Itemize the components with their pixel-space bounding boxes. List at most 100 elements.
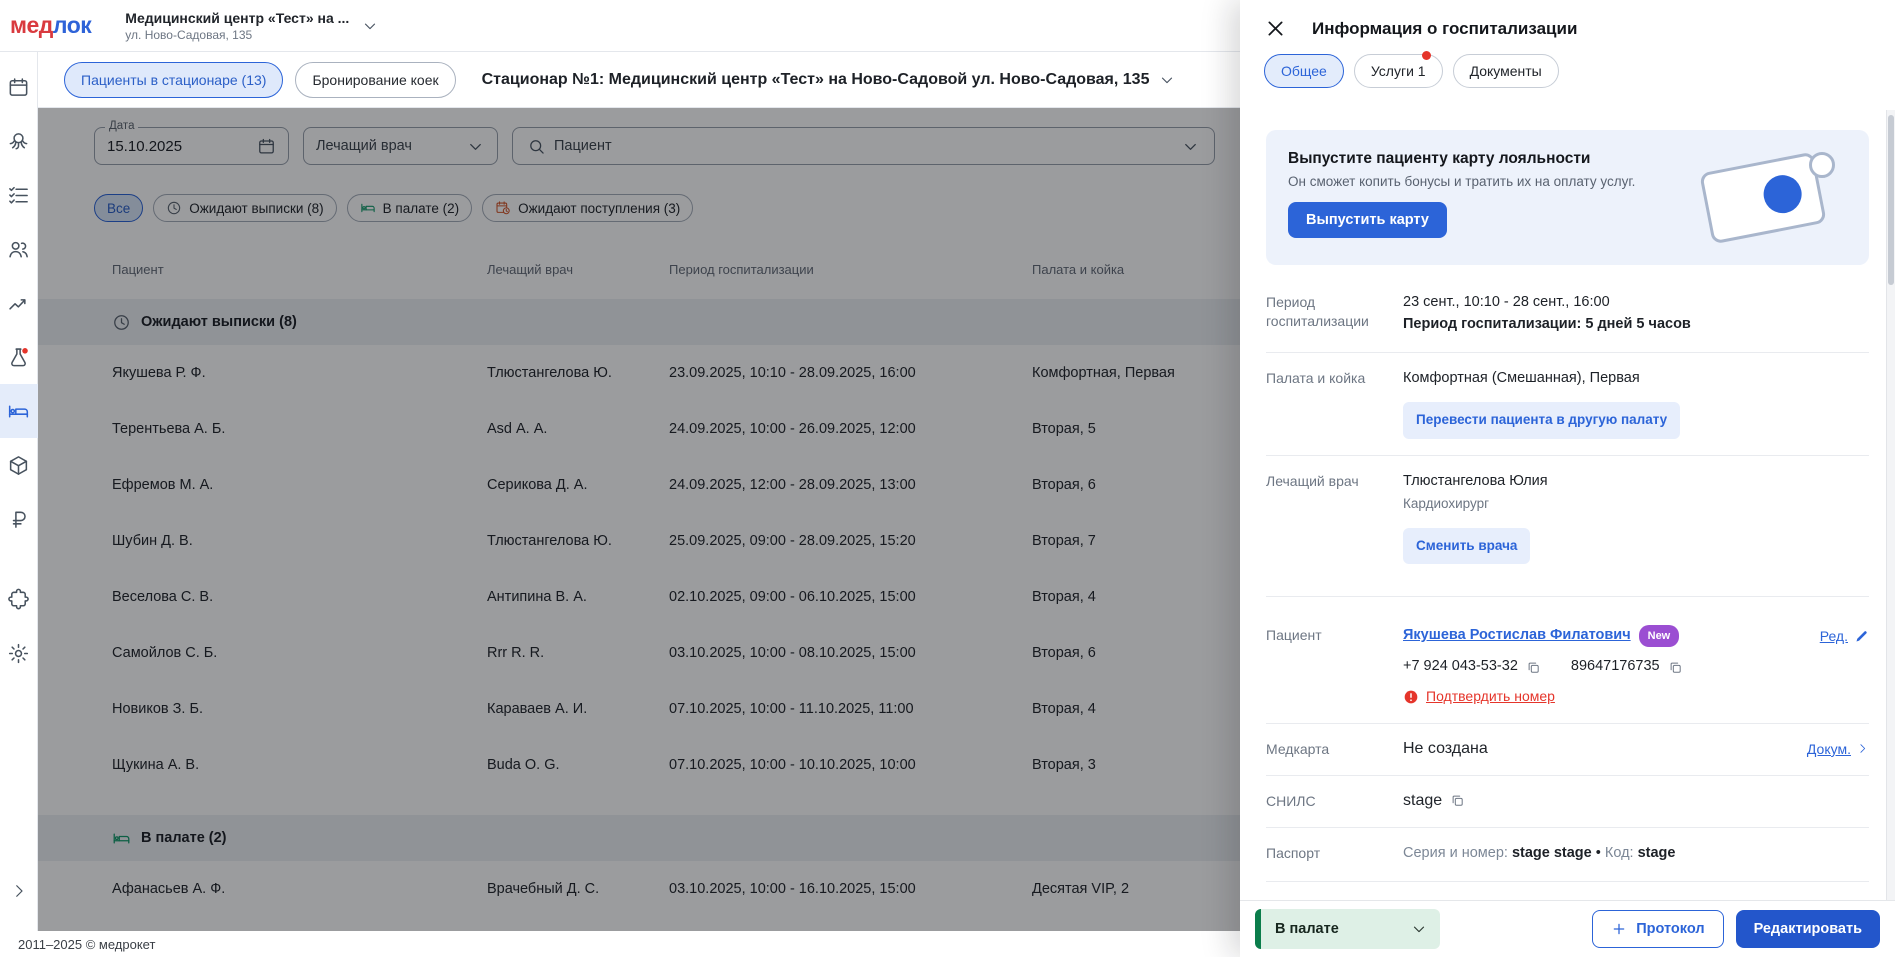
filter-chip[interactable]: Ожидают поступления (3)	[482, 194, 694, 222]
transfer-patient-button[interactable]: Перевести пациента в другую палату	[1403, 402, 1681, 439]
sidebar-item-package[interactable]	[0, 438, 38, 492]
confirm-phone-link[interactable]: Подтвердить номер	[1426, 686, 1555, 707]
field-row-debt: Долг 2 000 ₽ Оплатить	[1266, 882, 1869, 900]
protocol-button[interactable]: Протокол	[1592, 910, 1724, 948]
field-label: Пациент	[1266, 626, 1322, 643]
change-doctor-button[interactable]: Сменить врача	[1403, 527, 1531, 564]
field-row-ward: Палата и койка Комфортная (Смешанная), П…	[1266, 353, 1869, 456]
table-row[interactable]: Веселова С. В. Антипина В. А. 02.10.2025, …	[38, 569, 1240, 625]
cell-ward: Вторая, 4	[1032, 701, 1096, 717]
edit-button[interactable]: Редактировать	[1735, 910, 1880, 948]
field-label: СНИЛС	[1266, 792, 1316, 809]
tab-patients-in-hospital[interactable]: Пациенты в стационаре (13)	[64, 61, 284, 98]
drawer-scrollbar[interactable]	[1886, 110, 1895, 900]
sidebar-item-ruble[interactable]	[0, 492, 38, 546]
medcard-value: Не создана	[1403, 739, 1488, 757]
doctor-name: Тлюстангелова Юлия	[1403, 472, 1548, 489]
patient-phone-secondary: 89647176735	[1570, 658, 1660, 675]
cell-doctor: Тлюстангелова Ю.	[487, 533, 612, 549]
bed-icon	[360, 200, 376, 216]
clinic-selector[interactable]: Медицинский центр «Тест» на ... ул. Ново…	[125, 10, 379, 42]
chevron-right-icon	[1856, 742, 1869, 755]
cell-period: 03.10.2025, 10:00 - 08.10.2025, 15:00	[669, 645, 916, 661]
table-row[interactable]: Ефремов М. А. Серикова Д. А. 24.09.2025, 1…	[38, 457, 1240, 513]
documents-link[interactable]: Докум.	[1807, 741, 1869, 757]
bed-icon	[7, 400, 30, 423]
sidebar-item-checklist[interactable]	[0, 168, 38, 222]
table-group-header: В палате (2)	[38, 815, 1240, 861]
chevron-right-icon	[10, 882, 28, 900]
cell-doctor: Серикова Д. А.	[487, 477, 588, 493]
status-dropdown[interactable]: В палате	[1255, 909, 1440, 949]
sidebar-item-calendar[interactable]	[0, 60, 38, 114]
sidebar-item-chart[interactable]	[0, 276, 38, 330]
doctor-specialty: Кардиохирург	[1403, 496, 1490, 512]
sidebar-expand-button[interactable]	[10, 882, 28, 905]
table-row[interactable]: Терентьева А. Б. Asd А. А. 24.09.2025, 10:…	[38, 401, 1240, 457]
filter-chip[interactable]: В палате (2)	[346, 194, 473, 222]
cell-ward: Вторая, 7	[1032, 533, 1096, 549]
sidebar-item-puzzle[interactable]	[0, 572, 38, 626]
drawer-tab-services[interactable]: Услуги 1	[1353, 51, 1443, 88]
filter-chip-label: Все	[107, 200, 131, 216]
group-title: В палате (2)	[141, 830, 227, 846]
scrollbar-thumb[interactable]	[1888, 115, 1894, 285]
cell-doctor: Антипина В. А.	[487, 589, 587, 605]
medlock-logo[interactable]: медлок	[10, 12, 92, 39]
drawer-tab-label: Документы	[1469, 63, 1542, 79]
table-row[interactable]: Самойлов С. Б. Rrr R. R. 03.10.2025, 10:00…	[38, 625, 1240, 681]
table-row[interactable]: Новиков З. Б. Караваев А. И. 07.10.2025, 1…	[38, 681, 1240, 737]
sidebar-item-octopus[interactable]	[0, 114, 38, 168]
close-icon[interactable]	[1265, 18, 1286, 39]
table-row[interactable]: Щукина А. В. Buda O. G. 07.10.2025, 10:00 …	[38, 737, 1240, 793]
tab-bed-booking[interactable]: Бронирование коек	[295, 61, 456, 98]
patient-name-link[interactable]: Якушева Ростислав Филатович	[1403, 625, 1631, 647]
drawer-title: Информация о госпитализации	[1312, 18, 1578, 38]
chart-icon	[7, 292, 30, 315]
patients-table-body: Ожидают выписки (8) Якушева Р. Ф. Тлюстанг…	[38, 299, 1240, 917]
cell-period: 25.09.2025, 09:00 - 28.09.2025, 15:20	[669, 533, 916, 549]
patient-search-input[interactable]: Пациент	[512, 127, 1215, 165]
table-group-header: Ожидают выписки (8)	[38, 299, 1240, 345]
copy-icon[interactable]	[1450, 793, 1465, 808]
cell-period: 24.09.2025, 10:00 - 26.09.2025, 12:00	[669, 421, 916, 437]
issue-card-button[interactable]: Выпустить карту	[1288, 202, 1447, 238]
sidebar-item-gear[interactable]	[0, 626, 38, 680]
copy-icon[interactable]	[1526, 660, 1541, 675]
period-value: 23 сент., 10:10 - 28 сент., 16:00	[1403, 294, 1610, 310]
drawer-footer: В палате Протокол Редактировать	[1240, 900, 1895, 957]
cell-patient: Афанасьев А. Ф.	[112, 881, 226, 897]
table-header-row: Пациент Лечащий врач Период госпитализац…	[38, 222, 1240, 277]
cell-patient: Шубин Д. В.	[112, 533, 193, 549]
sidebar-item-people[interactable]	[0, 222, 38, 276]
cell-doctor: Караваев А. И.	[487, 701, 588, 717]
copy-icon[interactable]	[1668, 660, 1683, 675]
ward-value: Комфортная (Смешанная), Первая	[1403, 369, 1640, 386]
table-row[interactable]: Якушева Р. Ф. Тлюстангелова Ю. 23.09.2025,…	[38, 345, 1240, 401]
status-dropdown-value: В палате	[1275, 921, 1339, 937]
table-row[interactable]: Афанасьев А. Ф. Врачебный Д. С. 03.10.2025…	[38, 861, 1240, 917]
sidebar-item-bed[interactable]	[0, 384, 38, 438]
drawer-tab-documents[interactable]: Документы	[1452, 54, 1559, 88]
field-row-passport: Паспорт Серия и номер: stage stage • Код…	[1266, 828, 1869, 882]
field-row-snils: СНИЛС stage	[1266, 776, 1869, 828]
cell-patient: Самойлов С. Б.	[112, 645, 218, 661]
cell-ward: Десятая VIP, 2	[1032, 881, 1130, 897]
chevron-down-icon	[1158, 71, 1176, 89]
doctor-select[interactable]: Лечащий врач	[303, 127, 498, 165]
edit-patient-link[interactable]: Ред.	[1820, 626, 1869, 647]
filter-chip[interactable]: Все	[94, 194, 144, 222]
field-row-medcard: Медкарта Не создана Докум.	[1266, 724, 1869, 776]
field-label: Палата и койка	[1266, 369, 1366, 386]
drawer-tab-general[interactable]: Общее	[1264, 54, 1344, 88]
table-row[interactable]: Шубин Д. В. Тлюстангелова Ю. 25.09.2025, 0…	[38, 513, 1240, 569]
chevron-down-icon	[361, 17, 379, 35]
protocol-button-label: Протокол	[1636, 921, 1705, 937]
clock-icon	[166, 200, 182, 216]
date-field[interactable]: Дата 15.10.2025	[94, 120, 289, 165]
calendar-icon[interactable]	[257, 137, 276, 156]
cell-patient: Новиков З. Б.	[112, 701, 204, 717]
filter-chip[interactable]: Ожидают выписки (8)	[153, 194, 337, 222]
hospital-title[interactable]: Стационар №1: Медицинский центр «Тест» н…	[482, 71, 1177, 89]
sidebar-item-flask[interactable]	[0, 330, 38, 384]
